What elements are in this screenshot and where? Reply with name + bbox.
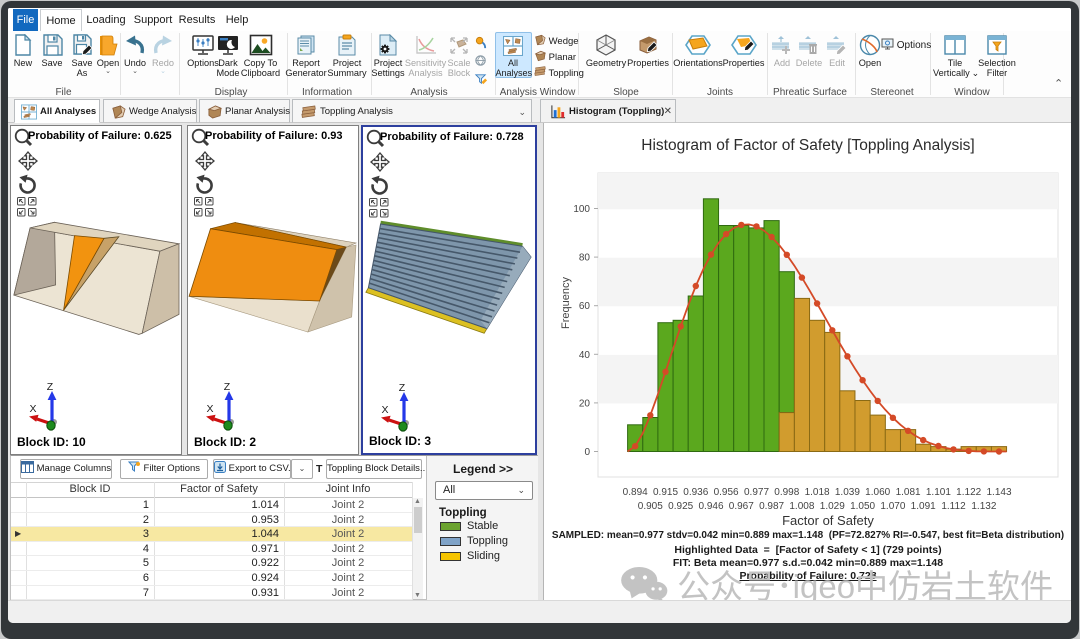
svg-text:1.143: 1.143 [986,487,1011,498]
svg-text:1.091: 1.091 [911,501,936,512]
svg-text:100: 100 [573,204,590,215]
svg-text:0.956: 0.956 [714,487,739,498]
svg-text:1.029: 1.029 [820,501,845,512]
svg-text:1.112: 1.112 [941,501,966,512]
svg-text:0.925: 0.925 [668,501,693,512]
svg-text:1.008: 1.008 [789,501,814,512]
svg-text:1.132: 1.132 [971,501,996,512]
svg-text:80: 80 [579,253,591,264]
svg-text:0.905: 0.905 [638,501,663,512]
svg-text:1.122: 1.122 [956,487,981,498]
svg-text:0.936: 0.936 [683,487,708,498]
svg-text:1.039: 1.039 [835,487,860,498]
svg-text:X: X [381,404,388,416]
svg-text:1.060: 1.060 [865,487,890,498]
svg-text:0: 0 [584,447,590,458]
svg-text:40: 40 [579,350,591,361]
svg-text:Z: Z [399,382,406,394]
svg-text:20: 20 [579,398,591,409]
svg-text:Z: Z [224,381,231,393]
svg-text:0.946: 0.946 [698,501,723,512]
svg-text:1.050: 1.050 [850,501,875,512]
svg-text:60: 60 [579,301,591,312]
svg-text:0.915: 0.915 [653,487,678,498]
svg-text:1.018: 1.018 [805,487,830,498]
svg-text:Z: Z [47,381,54,393]
svg-text:0.967: 0.967 [729,501,754,512]
svg-text:0.977: 0.977 [744,487,769,498]
svg-text:X: X [206,403,213,415]
svg-text:X: X [29,403,36,415]
svg-text:1.070: 1.070 [880,501,905,512]
svg-text:0.894: 0.894 [623,487,648,498]
svg-text:0.998: 0.998 [774,487,799,498]
svg-text:1.081: 1.081 [896,487,921,498]
svg-text:0.987: 0.987 [759,501,784,512]
svg-text:1.101: 1.101 [926,487,951,498]
